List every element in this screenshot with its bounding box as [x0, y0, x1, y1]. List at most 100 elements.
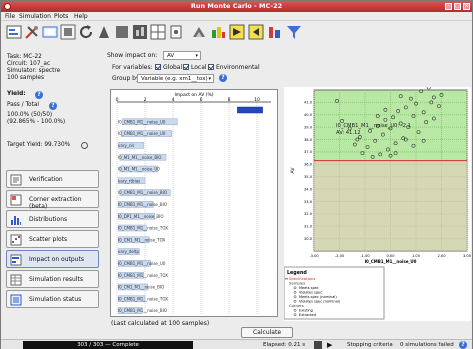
bar-row-label: I0_CMB1_M1__noise_U0 — [118, 261, 166, 266]
refresh-icon[interactable] — [78, 24, 94, 40]
scatter-annotation: AV: 41.12 — [336, 130, 361, 136]
nav-simulation-results[interactable]: Simulation results — [6, 270, 99, 288]
group-by-select[interactable]: Variable (e.g. xm1__tox) ▾ — [137, 74, 214, 83]
scatter-y-tick: 38.0 — [304, 138, 313, 142]
window-title: Run Monte Carlo - MC-22 — [190, 2, 283, 10]
chart-icon[interactable] — [132, 24, 148, 40]
bar-row-label: I0_CMB1_M1__noise_TOX — [118, 273, 168, 278]
local-label: Local — [191, 64, 207, 71]
pass-help-icon[interactable]: ? — [49, 102, 57, 110]
scatter-y-tick: 36.0 — [304, 163, 313, 167]
menu-plots[interactable]: Plots — [54, 13, 68, 20]
legend-item: Existing — [299, 309, 313, 313]
scatter-y-tick: 31.0 — [304, 225, 313, 229]
scatter-y-tick: 32.0 — [304, 212, 313, 216]
bar-row-label: I0_CMB1_M1__noise_BIO — [118, 308, 167, 313]
highlight-icon[interactable] — [248, 24, 264, 40]
menu-file[interactable]: File — [5, 13, 15, 20]
environmental-label: Environmental — [216, 64, 260, 71]
yield-range: (92.865% - 100.0%) — [7, 119, 66, 125]
spec-fail-region — [314, 160, 467, 251]
bug-icon[interactable] — [267, 24, 283, 40]
gear-icon[interactable] — [81, 142, 88, 149]
bar-row-label: I0_CMB1_M1__noise_U0 — [118, 119, 166, 124]
scatter-y-tick: 33.0 — [304, 200, 313, 204]
filter-icon[interactable] — [286, 24, 302, 40]
chevron-down-icon: ▾ — [208, 76, 211, 82]
yield-help-icon[interactable]: ? — [35, 91, 43, 99]
bar-row-label: I0_CMB1_M1__noise_TOX — [118, 226, 168, 231]
bar-axis-title: Impact on AV (%) — [174, 92, 213, 98]
config-icon[interactable] — [60, 24, 76, 40]
scatter-icon — [10, 234, 22, 246]
environmental-checkbox[interactable] — [208, 64, 214, 70]
left-panel: Task: MC-22 Circuit: 107_ac Simulator: s… — [1, 45, 102, 341]
scatter-y-tick: 35.0 — [304, 175, 313, 179]
scatter-x-tick: -2.00 — [335, 254, 345, 258]
bar-row-label: I0_CMB1_M1__noise_U0 — [118, 108, 166, 113]
verification-icon — [10, 174, 22, 186]
global-checkbox[interactable] — [155, 64, 161, 70]
nav-corner-extraction[interactable]: Corner extraction (beta) — [6, 190, 99, 210]
group-by-help-icon[interactable]: ? — [219, 74, 227, 82]
nav-scatter-plots[interactable]: Scatter plots — [6, 230, 99, 248]
scatter-y-tick: 34.0 — [304, 187, 313, 191]
impact-icon — [10, 254, 22, 266]
export-icon[interactable] — [229, 24, 245, 40]
scatter-x-tick: 1.00 — [412, 254, 421, 258]
warning-icon[interactable] — [210, 24, 226, 40]
legend-item: Violates spec — [299, 291, 322, 295]
impact-bar — [237, 106, 263, 114]
distribution-icon — [11, 216, 21, 225]
bar-row-label: vary_deltp — [118, 249, 140, 254]
device-icon[interactable] — [168, 24, 184, 40]
play-button[interactable]: ▶ — [327, 341, 332, 349]
last-calculated-label: (Last calculated at 100 samples) — [111, 320, 210, 327]
menu-help[interactable]: Help — [74, 13, 88, 20]
samples-label: 100 samples — [7, 75, 45, 81]
nav-label: Verification — [29, 176, 63, 183]
show-impact-select[interactable]: AV ▾ — [163, 51, 201, 60]
run-icon[interactable] — [96, 24, 112, 40]
nav-impact-on-outputs[interactable]: Impact on outputs — [6, 250, 99, 268]
bar-row-label: I0_CMB1_M1__noise_TOX — [118, 296, 168, 301]
bar-row-label: I0_CM1_M1__noise_TOX — [118, 237, 165, 242]
toolbar — [1, 21, 472, 43]
legend-item: Violates spec (nominal) — [299, 300, 341, 304]
flow-icon[interactable] — [191, 24, 207, 40]
nav-label: Impact on outputs — [29, 256, 84, 263]
target-yield: Target Yield: 99.730% — [7, 142, 71, 148]
elapsed-label: Elapsed: 0.21 s — [263, 342, 306, 348]
bar-row-label: vary_cis — [118, 143, 134, 148]
scatter-y-tick: 30.0 — [304, 237, 313, 241]
view-icon[interactable] — [42, 24, 58, 40]
settings-icon[interactable] — [6, 24, 22, 40]
minimize-icon[interactable]: – — [445, 3, 452, 10]
menu-simulation[interactable]: Simulation — [19, 13, 51, 20]
stop-button[interactable] — [314, 341, 322, 349]
chevron-down-icon: ▾ — [195, 53, 198, 59]
nav-verification[interactable]: Verification — [6, 170, 99, 188]
scatter-x-tick: -1.00 — [360, 254, 370, 258]
status-help-icon[interactable]: ? — [459, 341, 467, 349]
failed-count-label: 0 simulations failed — [400, 342, 454, 348]
progress-bar: 303 / 303 — Complete — [23, 341, 193, 349]
nav-simulation-status[interactable]: Simulation status — [6, 290, 99, 308]
local-checkbox[interactable] — [183, 64, 189, 70]
maximize-icon[interactable]: □ — [454, 3, 461, 10]
stop-icon[interactable] — [114, 24, 130, 40]
tools-icon[interactable] — [24, 24, 40, 40]
stopping-criteria-label[interactable]: Stopping criteria — [347, 342, 393, 348]
scatter-y-tick: 41.0 — [304, 101, 313, 105]
show-impact-value: AV — [167, 53, 175, 59]
close-icon[interactable]: × — [463, 3, 470, 10]
global-label: Global — [163, 64, 183, 71]
yield-label: Yield: — [7, 91, 26, 97]
scatter-point — [426, 85, 431, 90]
grid-icon[interactable] — [150, 24, 166, 40]
calculate-impacts-button[interactable]: Calculate impacts — [241, 327, 293, 346]
status-icon — [10, 294, 22, 306]
scatter-plot-panel: -3.00 -2.00 -1.00 0.00 1.00 2.00 3.00 41.0 40.0 3… — [283, 73, 472, 321]
nav-label: Scatter plots — [29, 236, 68, 243]
nav-distributions[interactable]: Distributions — [6, 210, 99, 228]
